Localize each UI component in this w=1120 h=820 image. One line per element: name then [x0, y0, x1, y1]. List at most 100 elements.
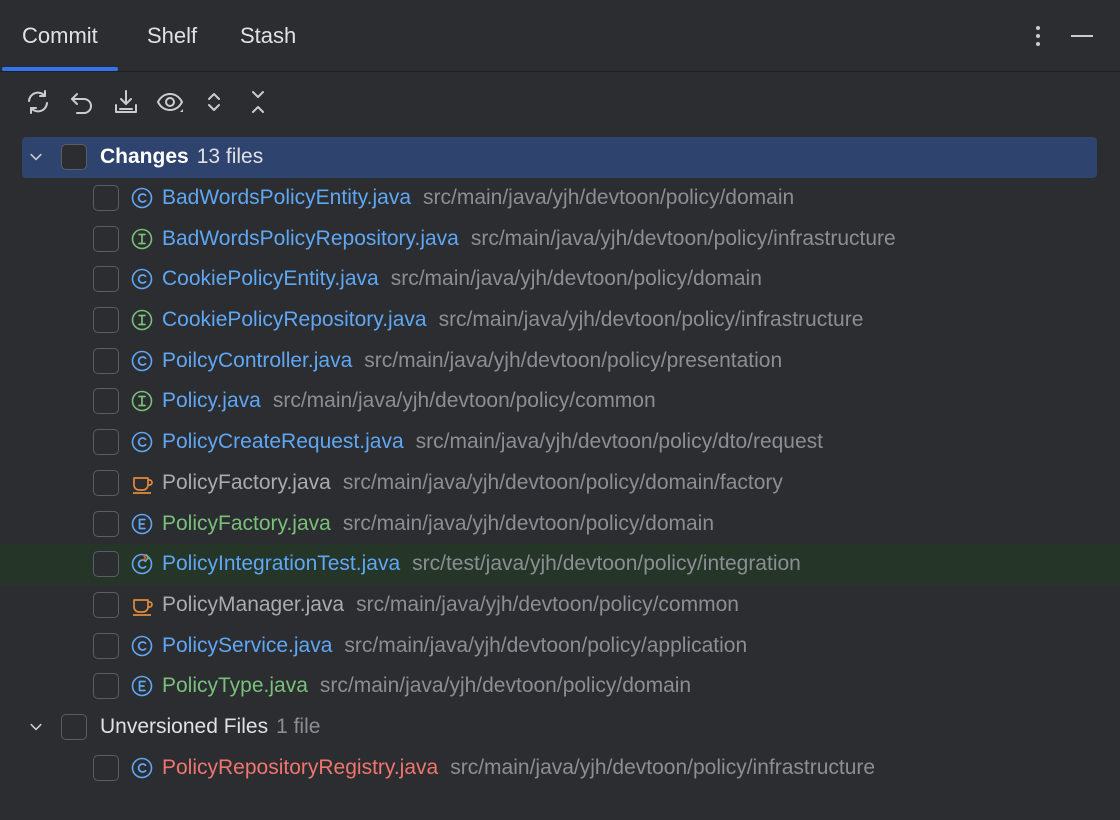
- rollback-icon[interactable]: [64, 84, 100, 120]
- file-name: PolicyManager.java: [162, 592, 345, 616]
- file-name-label[interactable]: PolicyCreateRequest.java src/main/java/yj…: [162, 430, 823, 454]
- file-checkbox[interactable]: [93, 429, 119, 456]
- class-icon: [131, 350, 153, 372]
- file-path: src/main/java/yjh/devtoon/policy/present…: [364, 348, 783, 372]
- java-file-icon: [131, 472, 153, 494]
- group-checkbox[interactable]: [61, 144, 87, 171]
- class-icon: [131, 431, 153, 453]
- group-checkbox[interactable]: [61, 713, 87, 740]
- file-path: src/main/java/yjh/devtoon/policy/infrast…: [438, 308, 864, 332]
- file-name: PolicyRepositoryRegistry.java: [162, 755, 439, 779]
- file-checkbox[interactable]: [93, 754, 119, 781]
- expand-all-icon[interactable]: [196, 84, 232, 120]
- file-checkbox[interactable]: [93, 347, 119, 374]
- file-row[interactable]: PolicyType.java src/main/java/yjh/devtoon…: [0, 666, 1120, 707]
- file-path: src/main/java/yjh/devtoon/policy/domain: [423, 186, 795, 210]
- update-project-icon[interactable]: [108, 84, 144, 120]
- tab-shelf[interactable]: Shelf: [147, 0, 197, 72]
- file-name-label[interactable]: Policy.java src/main/java/yjh/devtoon/pol…: [162, 389, 656, 413]
- file-checkbox[interactable]: [93, 673, 119, 700]
- file-row[interactable]: PolicyIntegrationTest.java src/test/java/…: [0, 543, 1120, 585]
- interface-icon: [131, 390, 153, 412]
- file-checkbox[interactable]: [93, 185, 119, 212]
- file-row[interactable]: CookiePolicyEntity.java src/main/java/yjh…: [0, 259, 1120, 300]
- file-row[interactable]: CookiePolicyRepository.java src/main/java…: [0, 300, 1120, 341]
- file-name-label[interactable]: CookiePolicyEntity.java src/main/java/yjh…: [162, 267, 762, 291]
- file-checkbox[interactable]: [93, 591, 119, 618]
- file-name-label[interactable]: PolicyService.java src/main/java/yjh/devt…: [162, 634, 747, 658]
- commit-toolbar: [20, 84, 276, 120]
- tab-stash[interactable]: Stash: [240, 0, 296, 72]
- file-path: src/main/java/yjh/devtoon/policy/dto/req…: [415, 430, 824, 454]
- file-row[interactable]: PoilcyController.java src/main/java/yjh/d…: [0, 340, 1120, 381]
- file-path: src/main/java/yjh/devtoon/policy/domain: [319, 674, 692, 698]
- file-path: src/main/java/yjh/devtoon/policy/common: [272, 389, 656, 413]
- changes-tree: Changes 13 files BadWordsPolicyEntity.jav…: [0, 137, 1120, 788]
- enum-icon: [131, 675, 153, 697]
- file-row[interactable]: PolicyFactory.java src/main/java/yjh/devt…: [0, 463, 1120, 504]
- test-class-icon: [131, 553, 153, 575]
- file-path: src/main/java/yjh/devtoon/policy/infrast…: [470, 226, 896, 250]
- file-name: Policy.java: [162, 389, 261, 413]
- file-name: BadWordsPolicyEntity.java: [162, 186, 411, 210]
- group-count: 1 file: [276, 714, 321, 738]
- group-unversioned-files[interactable]: Unversioned Files 1 file: [0, 707, 1120, 748]
- collapse-all-icon[interactable]: [240, 84, 276, 120]
- file-checkbox[interactable]: [93, 469, 119, 496]
- file-name-label[interactable]: PolicyFactory.java src/main/java/yjh/devt…: [162, 471, 783, 495]
- file-row[interactable]: PolicyCreateRequest.java src/main/java/yj…: [0, 422, 1120, 463]
- interface-icon: [131, 228, 153, 250]
- file-checkbox[interactable]: [93, 307, 119, 334]
- refresh-icon[interactable]: [20, 84, 56, 120]
- file-row[interactable]: BadWordsPolicyRepository.java src/main/ja…: [0, 218, 1120, 259]
- group-changes[interactable]: Changes 13 files: [22, 137, 1097, 178]
- file-row[interactable]: PolicyManager.java src/main/java/yjh/devt…: [0, 585, 1120, 626]
- file-name-label[interactable]: PolicyManager.java src/main/java/yjh/devt…: [162, 593, 739, 617]
- file-checkbox[interactable]: [93, 510, 119, 537]
- more-options-icon[interactable]: [1024, 22, 1052, 50]
- file-checkbox[interactable]: [93, 225, 119, 252]
- file-name-label[interactable]: PolicyRepositoryRegistry.java src/main/ja…: [162, 756, 875, 780]
- java-file-icon: [131, 594, 153, 616]
- file-name-label[interactable]: PolicyFactory.java src/main/java/yjh/devt…: [162, 512, 714, 536]
- file-name-label[interactable]: PolicyIntegrationTest.java src/test/java/…: [162, 552, 801, 576]
- file-row[interactable]: PolicyService.java src/main/java/yjh/devt…: [0, 625, 1120, 666]
- file-checkbox[interactable]: [93, 388, 119, 415]
- file-path: src/main/java/yjh/devtoon/policy/domain: [390, 267, 762, 291]
- file-name: PolicyFactory.java: [162, 470, 331, 494]
- minimize-icon[interactable]: [1068, 22, 1096, 50]
- tool-window-header: Commit Shelf Stash: [0, 0, 1120, 72]
- file-name-label[interactable]: PoilcyController.java src/main/java/yjh/d…: [162, 349, 782, 373]
- file-path: src/main/java/yjh/devtoon/policy/common: [356, 592, 739, 616]
- enum-icon: [131, 513, 153, 535]
- group-title: Changes: [100, 145, 189, 169]
- file-checkbox[interactable]: [93, 632, 119, 659]
- file-row[interactable]: BadWordsPolicyEntity.java src/main/java/y…: [0, 178, 1120, 219]
- chevron-down-icon[interactable]: [26, 717, 46, 737]
- file-name: CookiePolicyRepository.java: [162, 308, 427, 332]
- class-icon: [131, 635, 153, 657]
- file-name: CookiePolicyEntity.java: [162, 267, 379, 291]
- file-name-label[interactable]: CookiePolicyRepository.java src/main/java…: [162, 308, 863, 332]
- file-row[interactable]: PolicyFactory.java src/main/java/yjh/devt…: [0, 503, 1120, 544]
- group-count: 13 files: [196, 145, 264, 169]
- file-path: src/main/java/yjh/devtoon/policy/applica…: [344, 633, 748, 657]
- tab-commit[interactable]: Commit: [2, 0, 118, 72]
- file-path: src/test/java/yjh/devtoon/policy/integra…: [412, 552, 801, 576]
- class-icon: [131, 757, 153, 779]
- file-name-label[interactable]: BadWordsPolicyRepository.java src/main/ja…: [162, 227, 896, 251]
- file-path: src/main/java/yjh/devtoon/policy/infrast…: [450, 755, 876, 779]
- file-name-label[interactable]: PolicyType.java src/main/java/yjh/devtoon…: [162, 674, 691, 698]
- file-name: PolicyFactory.java: [162, 511, 331, 535]
- file-checkbox[interactable]: [93, 266, 119, 293]
- file-name-label[interactable]: BadWordsPolicyEntity.java src/main/java/y…: [162, 186, 794, 210]
- file-checkbox[interactable]: [93, 551, 119, 578]
- file-row[interactable]: Policy.java src/main/java/yjh/devtoon/pol…: [0, 381, 1120, 422]
- file-name: PoilcyController.java: [162, 348, 353, 372]
- file-name: BadWordsPolicyRepository.java: [162, 226, 459, 250]
- view-options-icon[interactable]: [152, 84, 188, 120]
- file-row[interactable]: PolicyRepositoryRegistry.java src/main/ja…: [0, 747, 1120, 788]
- chevron-down-icon[interactable]: [26, 147, 46, 167]
- group-label: Unversioned Files 1 file: [100, 715, 320, 739]
- file-path: src/main/java/yjh/devtoon/policy/domain/…: [342, 470, 783, 494]
